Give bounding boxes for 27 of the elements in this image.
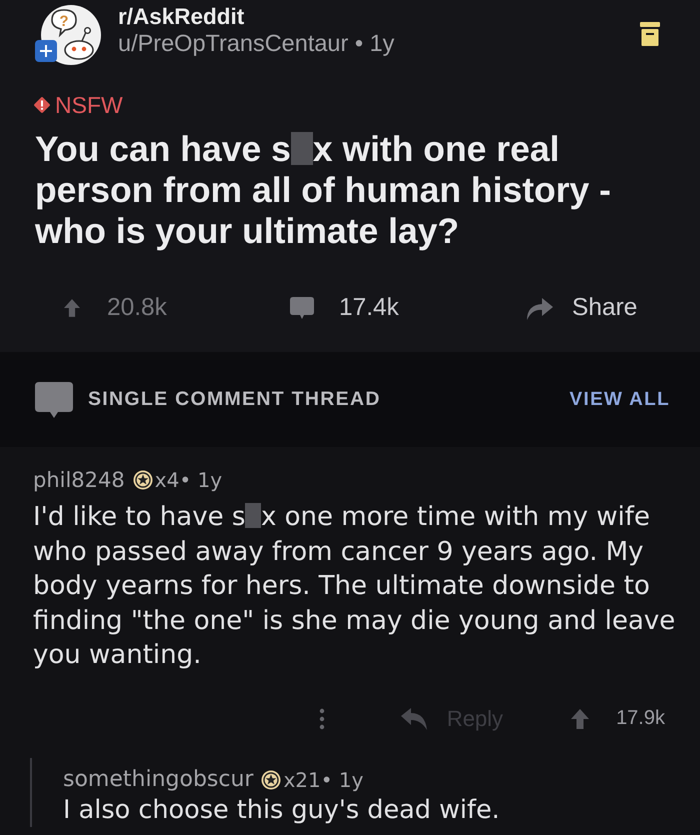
speech-bubble-icon [290, 297, 314, 319]
upvote-button[interactable]: 20.8k [64, 295, 290, 321]
upvote-arrow-icon [64, 299, 80, 317]
thread-label: SINGLE COMMENT THREAD [88, 388, 382, 411]
comment-author[interactable]: phil8248 [33, 468, 125, 492]
comment-meta: x21• 1y [283, 768, 364, 792]
plus-badge-icon [35, 40, 57, 62]
comment-text: I'd like to have s x one more time with my wife who passed away from cancer 9 years ago. My body yearns for hers. The ultimate downside to finding "the one" is she may die young and leave you wanting. [33, 501, 676, 672]
community-name[interactable]: r/AskReddit [118, 4, 640, 30]
award-star-icon [132, 470, 153, 490]
comment-meta: x4• 1y [154, 468, 222, 492]
reply-arrow-icon [400, 708, 427, 730]
share-button[interactable]: Share [525, 295, 638, 321]
view-all-link[interactable]: VIEW ALL [570, 388, 670, 410]
upvote-arrow-icon [571, 708, 590, 728]
award-star-icon [261, 770, 282, 790]
nsfw-label: NSFW [55, 93, 123, 117]
share-arrow-icon [525, 296, 553, 320]
kebab-menu-icon [318, 708, 325, 730]
post-byline: u/PreOpTransCentaur • 1y [118, 30, 396, 57]
post-title: You can have s x with one real person from all of human history - who is your ultimate lay? [34, 129, 612, 252]
speech-bubble-icon [35, 382, 73, 418]
comment-text: I also choose this guy's dead wife. [63, 794, 501, 826]
more-options-button[interactable] [318, 708, 325, 730]
comments-button[interactable]: 17.4k [290, 295, 525, 321]
comment-author[interactable]: somethingobscur [63, 767, 254, 792]
upvote-button[interactable]: 17.9k [571, 707, 665, 730]
